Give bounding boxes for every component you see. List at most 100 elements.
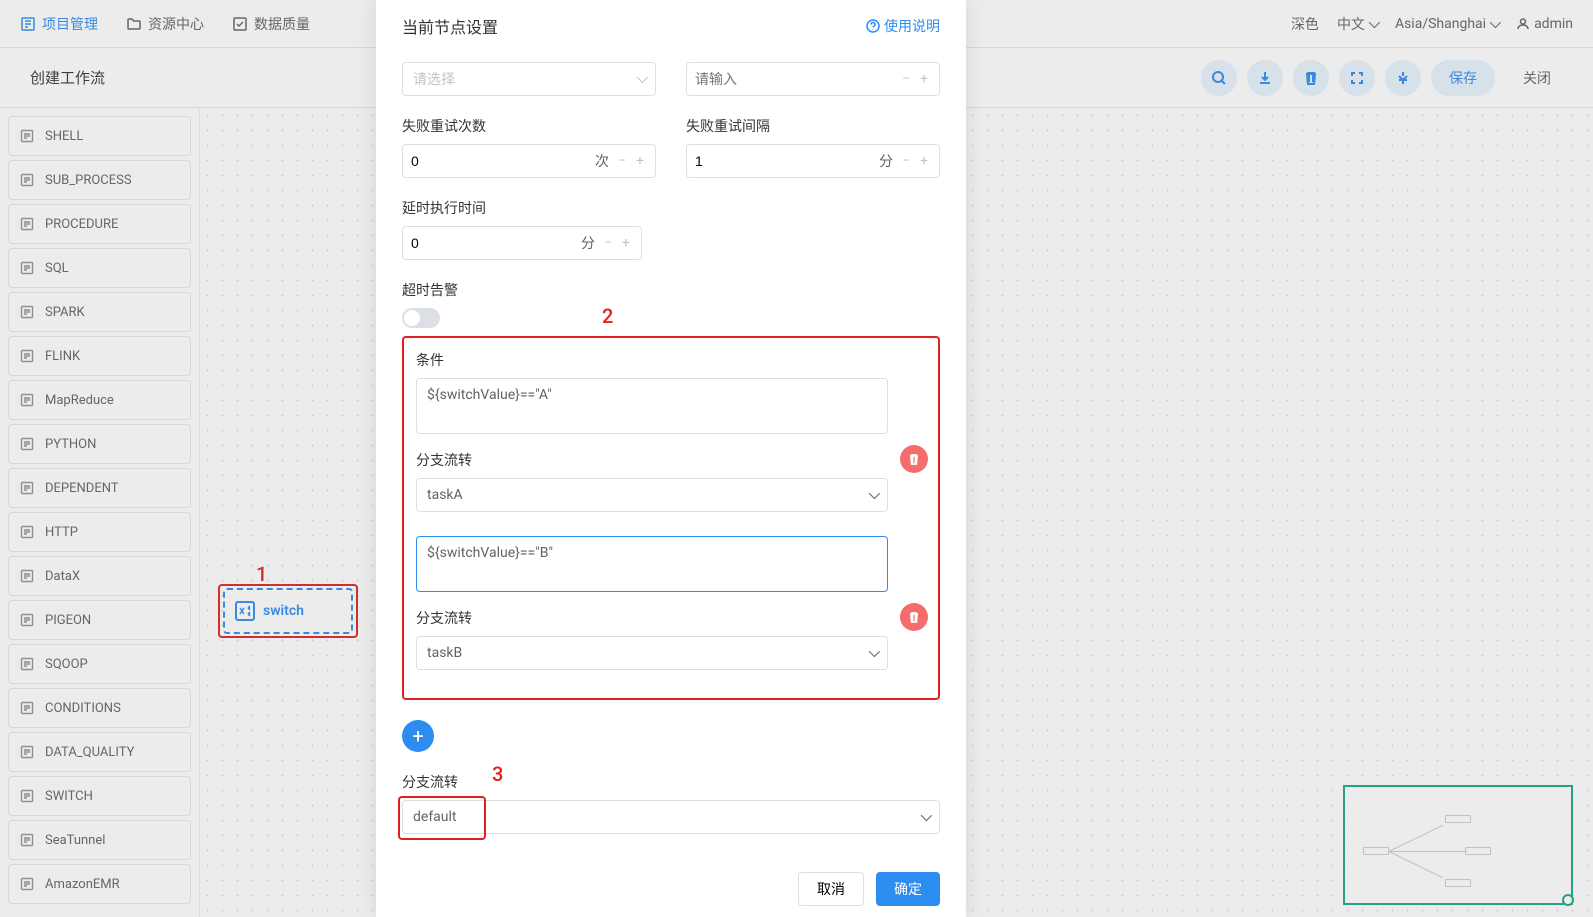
branch-select-1[interactable]: taskB (416, 636, 888, 670)
task-type-label: CONDITIONS (45, 701, 121, 716)
task-type-icon (19, 744, 35, 760)
minus-icon[interactable]: − (615, 153, 629, 169)
format-button[interactable] (1385, 60, 1421, 96)
top-input-field[interactable] (695, 71, 899, 87)
minimap-node (1465, 847, 1491, 855)
task-type-datax[interactable]: DataX (8, 556, 191, 596)
delete-button[interactable] (1293, 60, 1329, 96)
task-type-label: PYTHON (45, 437, 96, 452)
condition-expr-0[interactable]: ${switchValue}=="A" (416, 378, 888, 434)
task-type-icon (19, 832, 35, 848)
task-type-procedure[interactable]: PROCEDURE (8, 204, 191, 244)
fullscreen-button[interactable] (1339, 60, 1375, 96)
task-type-pigeon[interactable]: PIGEON (8, 600, 191, 640)
retry-interval-label: 失败重试间隔 (686, 116, 940, 136)
task-type-switch[interactable]: SWITCH (8, 776, 191, 816)
task-type-python[interactable]: PYTHON (8, 424, 191, 464)
task-type-sub_process[interactable]: SUB_PROCESS (8, 160, 191, 200)
timezone-select[interactable]: Asia/Shanghai (1395, 16, 1498, 32)
delete-condition-0[interactable] (900, 445, 928, 473)
condition-expr-1[interactable]: ${switchValue}=="B" (416, 536, 888, 592)
nav-resource[interactable]: 资源中心 (126, 14, 204, 34)
quality-icon (232, 16, 248, 32)
language-select[interactable]: 中文 (1337, 14, 1377, 34)
default-branch-select[interactable]: default (402, 800, 940, 834)
task-type-conditions[interactable]: CONDITIONS (8, 688, 191, 728)
cancel-button[interactable]: 取消 (798, 872, 864, 906)
delay-unit: 分 (581, 233, 595, 253)
help-link[interactable]: 使用说明 (866, 16, 940, 36)
plus-icon[interactable]: + (619, 235, 633, 251)
task-type-amazonemr[interactable]: AmazonEMR (8, 864, 191, 904)
retry-interval-field[interactable] (695, 153, 873, 169)
retry-interval-unit: 分 (879, 151, 893, 171)
download-button[interactable] (1247, 60, 1283, 96)
task-type-http[interactable]: HTTP (8, 512, 191, 552)
drawer-title: 当前节点设置 (402, 14, 498, 38)
nav-dq-label: 数据质量 (254, 14, 310, 34)
minus-icon[interactable]: − (601, 235, 615, 251)
nav-left: 项目管理 资源中心 数据质量 (20, 14, 310, 34)
top-input[interactable]: − + (686, 62, 940, 96)
close-button[interactable]: 关闭 (1505, 60, 1569, 96)
task-type-mapreduce[interactable]: MapReduce (8, 380, 191, 420)
retry-interval-input[interactable]: 分 − + (686, 144, 940, 178)
task-type-label: SPARK (45, 305, 85, 320)
minimap[interactable] (1343, 785, 1573, 905)
toolbar: 保存 关闭 (1201, 60, 1569, 96)
user-icon (1516, 17, 1530, 31)
theme-toggle[interactable]: 深色 (1291, 14, 1319, 34)
save-button[interactable]: 保存 (1431, 60, 1495, 96)
task-type-label: SQOOP (45, 657, 88, 672)
branch-select-0[interactable]: taskA (416, 478, 888, 512)
delay-input[interactable]: 分 − + (402, 226, 642, 260)
task-type-sqoop[interactable]: SQOOP (8, 644, 191, 684)
search-button[interactable] (1201, 60, 1237, 96)
retry-count-input[interactable]: 次 − + (402, 144, 656, 178)
task-type-sql[interactable]: SQL (8, 248, 191, 288)
task-type-icon (19, 612, 35, 628)
plus-icon[interactable]: + (633, 153, 647, 169)
switch-node-label: switch (263, 603, 304, 619)
chevron-down-icon (921, 810, 932, 821)
task-type-label: DEPENDENT (45, 481, 119, 496)
minimap-node (1445, 879, 1471, 887)
task-type-icon (19, 656, 35, 672)
annotation-marker-1: 1 (256, 562, 267, 586)
confirm-button[interactable]: 确定 (876, 872, 940, 906)
task-type-data_quality[interactable]: DATA_QUALITY (8, 732, 191, 772)
delete-condition-1[interactable] (900, 603, 928, 631)
task-type-flink[interactable]: FLINK (8, 336, 191, 376)
plus-icon[interactable]: + (917, 71, 931, 87)
task-type-icon (19, 568, 35, 584)
branch-label-0: 分支流转 (416, 450, 888, 470)
condition-label: 条件 (416, 350, 888, 370)
task-type-icon (19, 876, 35, 892)
task-type-shell[interactable]: SHELL (8, 116, 191, 156)
minus-icon[interactable]: − (899, 71, 913, 87)
task-type-icon (19, 348, 35, 364)
nav-data-quality[interactable]: 数据质量 (232, 14, 310, 34)
project-icon (20, 16, 36, 32)
task-type-label: PIGEON (45, 613, 91, 628)
switch-node[interactable]: switch (223, 588, 353, 634)
task-type-seatunnel[interactable]: SeaTunnel (8, 820, 191, 860)
minimap-edge (1389, 851, 1443, 878)
minus-icon[interactable]: − (899, 153, 913, 169)
nav-project-label: 项目管理 (42, 14, 98, 34)
nav-project[interactable]: 项目管理 (20, 14, 98, 34)
task-type-icon (19, 304, 35, 320)
add-condition-button[interactable]: + (402, 720, 434, 752)
switch-icon (235, 601, 255, 621)
timeout-toggle[interactable] (402, 308, 440, 328)
task-type-label: AmazonEMR (45, 877, 120, 892)
top-select[interactable]: 请选择 (402, 62, 656, 96)
task-type-dependent[interactable]: DEPENDENT (8, 468, 191, 508)
task-type-icon (19, 524, 35, 540)
task-type-label: HTTP (45, 525, 78, 540)
retry-count-field[interactable] (411, 153, 589, 169)
task-type-spark[interactable]: SPARK (8, 292, 191, 332)
delay-field[interactable] (411, 235, 575, 251)
user-menu[interactable]: admin (1516, 16, 1573, 32)
plus-icon[interactable]: + (917, 153, 931, 169)
